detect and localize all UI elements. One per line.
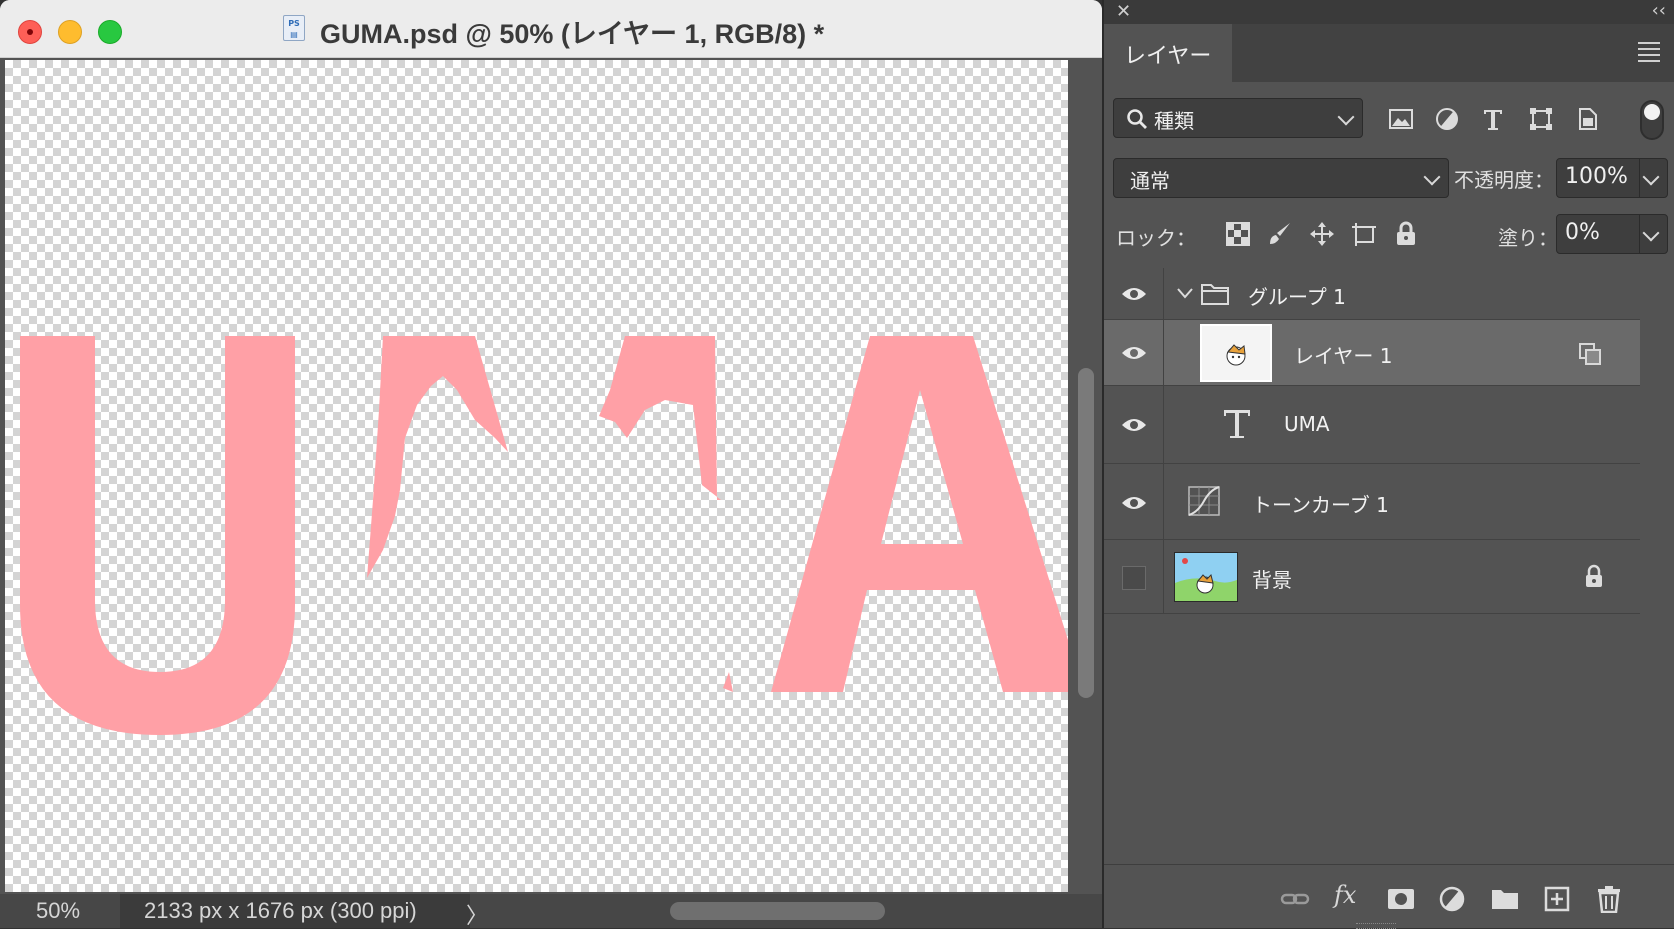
document-window: PS ▤ GUMA.psd @ 50% (レイヤー 1, RGB/8) * 50%… bbox=[0, 0, 1102, 928]
letter-m-fragment-left bbox=[367, 336, 508, 578]
document-title-bar[interactable]: PS ▤ GUMA.psd @ 50% (レイヤー 1, RGB/8) * bbox=[0, 0, 1102, 58]
layer-style-fx-icon[interactable]: fx bbox=[1334, 881, 1364, 909]
layer-name[interactable]: トーンカーブ 1 bbox=[1252, 489, 1389, 518]
new-layer-icon[interactable] bbox=[1542, 885, 1572, 913]
visibility-cell[interactable] bbox=[1104, 540, 1164, 613]
panel-tab-bar: レイヤー bbox=[1104, 24, 1674, 82]
layer-filter-dropdown[interactable]: 種類 bbox=[1113, 98, 1363, 138]
layer-name[interactable]: 背景 bbox=[1252, 564, 1292, 593]
blend-mode-value: 通常 bbox=[1130, 169, 1170, 193]
visibility-cell[interactable] bbox=[1104, 320, 1164, 385]
layer-row-uma[interactable]: UMA bbox=[1104, 386, 1640, 464]
close-panel-icon[interactable]: ✕ bbox=[1116, 1, 1131, 22]
fill-label: 塗り： bbox=[1498, 226, 1558, 250]
layer-row-background[interactable]: 背景 bbox=[1104, 540, 1640, 614]
filter-label: 種類 bbox=[1154, 109, 1194, 133]
visibility-off-box[interactable] bbox=[1122, 566, 1146, 590]
fill-value[interactable]: 0% bbox=[1565, 220, 1600, 245]
panel-header-strip: ✕ ‹‹ bbox=[1104, 0, 1674, 24]
add-mask-icon[interactable] bbox=[1386, 885, 1416, 913]
tab-layers[interactable]: レイヤー bbox=[1104, 24, 1232, 82]
status-bar: 50% 2133 px x 1676 px (300 ppi) 〉 bbox=[0, 894, 1102, 928]
canvas-area[interactable] bbox=[0, 58, 1102, 894]
document-size-info[interactable]: 2133 px x 1676 px (300 ppi) bbox=[120, 894, 470, 928]
eye-icon[interactable] bbox=[1120, 285, 1148, 303]
lock-artboard-icon[interactable] bbox=[1350, 220, 1378, 248]
vertical-scrollbar[interactable] bbox=[1078, 368, 1094, 698]
blend-mode-dropdown[interactable]: 通常 bbox=[1113, 158, 1449, 198]
type-layer-icon bbox=[1224, 410, 1250, 438]
layers-panel: ✕ ‹‹ レイヤー 種類 通常 不透明度： 100% ロック： 塗り： 0% グ… bbox=[1102, 0, 1674, 929]
eye-icon[interactable] bbox=[1120, 416, 1148, 434]
letter-m-fragment-right bbox=[599, 336, 722, 500]
opacity-value[interactable]: 100% bbox=[1565, 164, 1628, 189]
chevron-down-icon[interactable] bbox=[1642, 224, 1660, 242]
layer-name[interactable]: レイヤー 1 bbox=[1294, 340, 1392, 369]
adjustment-filter-icon[interactable] bbox=[1434, 106, 1460, 132]
eye-icon[interactable] bbox=[1120, 494, 1148, 512]
panel-resize-grip[interactable] bbox=[1356, 923, 1396, 929]
opacity-field[interactable]: 100% bbox=[1556, 158, 1668, 198]
zoom-level[interactable]: 50% bbox=[36, 898, 80, 924]
fill-field[interactable]: 0% bbox=[1556, 214, 1668, 254]
psd-file-icon: PS ▤ bbox=[283, 15, 305, 41]
shape-filter-icon[interactable] bbox=[1528, 106, 1554, 132]
new-group-icon[interactable] bbox=[1490, 885, 1520, 913]
close-window-button[interactable] bbox=[18, 20, 42, 44]
status-menu-arrow-icon[interactable]: 〉 bbox=[466, 898, 488, 928]
image-filter-icon[interactable] bbox=[1388, 106, 1414, 132]
filter-toggle-switch[interactable] bbox=[1640, 100, 1664, 140]
visibility-cell[interactable] bbox=[1104, 386, 1164, 463]
layer-row-layer-1[interactable]: レイヤー 1 bbox=[1104, 320, 1640, 386]
chevron-down-icon bbox=[1337, 108, 1355, 126]
visibility-cell[interactable] bbox=[1104, 464, 1164, 539]
link-layers-icon[interactable] bbox=[1280, 885, 1310, 913]
smart-object-badge-icon bbox=[1579, 343, 1601, 365]
document-title: GUMA.psd @ 50% (レイヤー 1, RGB/8) * bbox=[320, 19, 825, 49]
layer-name[interactable]: グループ 1 bbox=[1248, 281, 1346, 310]
lock-position-icon[interactable] bbox=[1308, 220, 1336, 248]
layer-row-tone-curve-1[interactable]: トーンカーブ 1 bbox=[1104, 464, 1640, 540]
smart-object-filter-icon[interactable] bbox=[1574, 106, 1600, 132]
folder-icon bbox=[1201, 284, 1229, 305]
chevron-down-icon bbox=[1423, 168, 1441, 186]
layer-name[interactable]: UMA bbox=[1284, 412, 1330, 436]
opacity-label: 不透明度： bbox=[1454, 168, 1554, 192]
search-icon bbox=[1127, 109, 1147, 129]
curves-adjustment-icon bbox=[1188, 486, 1220, 516]
lock-label: ロック： bbox=[1116, 226, 1196, 250]
canvas-artwork bbox=[20, 336, 1068, 735]
chevron-down-icon[interactable] bbox=[1642, 168, 1660, 186]
background-thumbnail[interactable] bbox=[1174, 552, 1238, 602]
panel-menu-icon[interactable] bbox=[1638, 42, 1660, 62]
delete-layer-icon[interactable] bbox=[1594, 885, 1624, 913]
chevron-down-icon[interactable] bbox=[1176, 286, 1194, 300]
lock-all-icon[interactable] bbox=[1392, 220, 1420, 248]
document-canvas[interactable] bbox=[5, 60, 1068, 892]
letter-m-fragment-bottom bbox=[723, 672, 733, 692]
layer-row-group-1[interactable]: グループ 1 bbox=[1104, 268, 1640, 320]
letter-a-shape bbox=[771, 336, 1068, 692]
panel-footer: fx bbox=[1104, 864, 1674, 929]
horizontal-scrollbar[interactable] bbox=[670, 902, 885, 920]
minimize-window-button[interactable] bbox=[58, 20, 82, 44]
type-filter-icon[interactable] bbox=[1480, 106, 1506, 132]
zoom-window-button[interactable] bbox=[98, 20, 122, 44]
eye-icon[interactable] bbox=[1120, 344, 1148, 362]
layer-thumbnail[interactable] bbox=[1200, 324, 1272, 382]
collapse-panel-icon[interactable]: ‹‹ bbox=[1652, 0, 1666, 21]
lock-transparent-pixels-icon[interactable] bbox=[1224, 220, 1252, 248]
new-adjustment-layer-icon[interactable] bbox=[1438, 885, 1468, 913]
letter-u-shape bbox=[20, 336, 295, 735]
lock-icon bbox=[1586, 564, 1602, 587]
visibility-cell[interactable] bbox=[1104, 268, 1164, 319]
lock-image-pixels-icon[interactable] bbox=[1266, 220, 1294, 248]
